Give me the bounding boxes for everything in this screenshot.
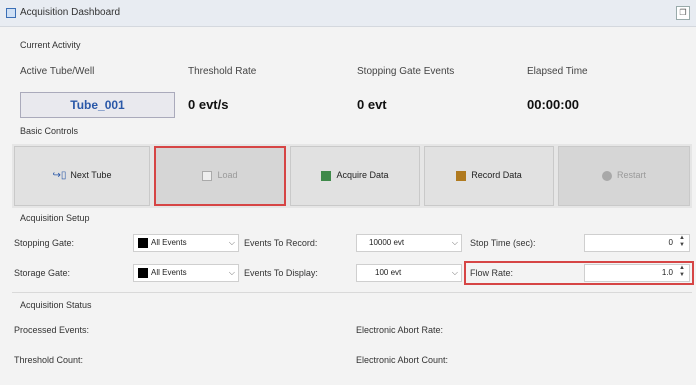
next-tube-label: Next Tube: [70, 170, 112, 180]
chevron-down-icon: ⌵: [228, 268, 235, 277]
spinner-icon[interactable]: ▲ ▼: [676, 235, 688, 251]
section-basic-controls: Basic Controls: [20, 126, 79, 136]
record-icon: [456, 170, 467, 181]
electronic-abort-rate-label: Electronic Abort Rate:: [356, 325, 444, 335]
next-tube-button[interactable]: ↪▯ Next Tube: [14, 146, 150, 206]
window-title: Acquisition Dashboard: [20, 7, 121, 18]
section-current-activity: Current Activity: [20, 40, 81, 50]
acquire-data-button[interactable]: Acquire Data: [290, 146, 420, 206]
threshold-rate-value: 0 evt/s: [188, 97, 229, 112]
flow-rate-highlight: [464, 261, 694, 285]
chevron-down-icon: ⌵: [451, 238, 458, 247]
stopping-gate-events-value: 0 evt: [357, 97, 387, 112]
stopping-gate-label: Stopping Gate:: [14, 238, 75, 248]
stop-time-value: 0: [668, 238, 673, 247]
app-icon: [6, 8, 16, 18]
gate-color-swatch: [138, 267, 148, 278]
record-data-button[interactable]: Record Data: [424, 146, 554, 206]
elapsed-time-value: 00:00:00: [527, 97, 580, 112]
restart-button[interactable]: Restart: [558, 146, 690, 206]
section-acquisition-status: Acquisition Status: [20, 300, 92, 310]
restart-label: Restart: [616, 170, 646, 180]
section-acquisition-setup: Acquisition Setup: [20, 213, 90, 223]
record-label: Record Data: [471, 170, 522, 180]
header-active-tube: Active Tube/Well: [20, 66, 95, 77]
storage-gate-value: All Events: [151, 268, 187, 277]
header-elapsed-time: Elapsed Time: [527, 66, 588, 77]
stopping-gate-select[interactable]: All Events ⌵: [133, 234, 239, 252]
chevron-down-icon: ⌵: [451, 268, 458, 277]
storage-gate-label: Storage Gate:: [14, 268, 71, 278]
events-to-record-select[interactable]: 10000 evt ⌵: [356, 234, 462, 252]
next-tube-icon: ↪▯: [52, 170, 67, 181]
events-to-display-label: Events To Display:: [244, 268, 318, 278]
stopping-gate-value: All Events: [151, 238, 187, 247]
gate-color-swatch: [138, 237, 148, 248]
title-bar: Acquisition Dashboard ❐: [0, 0, 696, 27]
divider: [12, 292, 692, 293]
storage-gate-select[interactable]: All Events ⌵: [133, 264, 239, 282]
events-to-display-select[interactable]: 100 evt ⌵: [356, 264, 462, 282]
threshold-count-label: Threshold Count:: [14, 355, 84, 365]
restore-icon[interactable]: ❐: [676, 6, 690, 20]
acquire-icon: [321, 170, 332, 181]
header-stopping-gate-events: Stopping Gate Events: [357, 66, 455, 77]
restart-icon: [601, 170, 612, 181]
acquire-label: Acquire Data: [336, 170, 389, 180]
load-highlight: [154, 146, 286, 206]
acquisition-dashboard-window: Acquisition Dashboard ❐ Current Activity…: [0, 0, 696, 385]
stop-time-input[interactable]: 0 ▲ ▼: [584, 234, 690, 252]
events-to-record-value: 10000 evt: [369, 238, 405, 247]
electronic-abort-count-label: Electronic Abort Count:: [356, 355, 449, 365]
active-tube-display: Tube_001: [20, 92, 175, 118]
processed-events-label: Processed Events:: [14, 325, 90, 335]
chevron-down-icon: ⌵: [228, 238, 235, 247]
events-to-display-value: 100 evt: [375, 268, 402, 277]
events-to-record-label: Events To Record:: [244, 238, 318, 248]
stop-time-label: Stop Time (sec):: [470, 238, 536, 248]
header-threshold-rate: Threshold Rate: [188, 66, 257, 77]
